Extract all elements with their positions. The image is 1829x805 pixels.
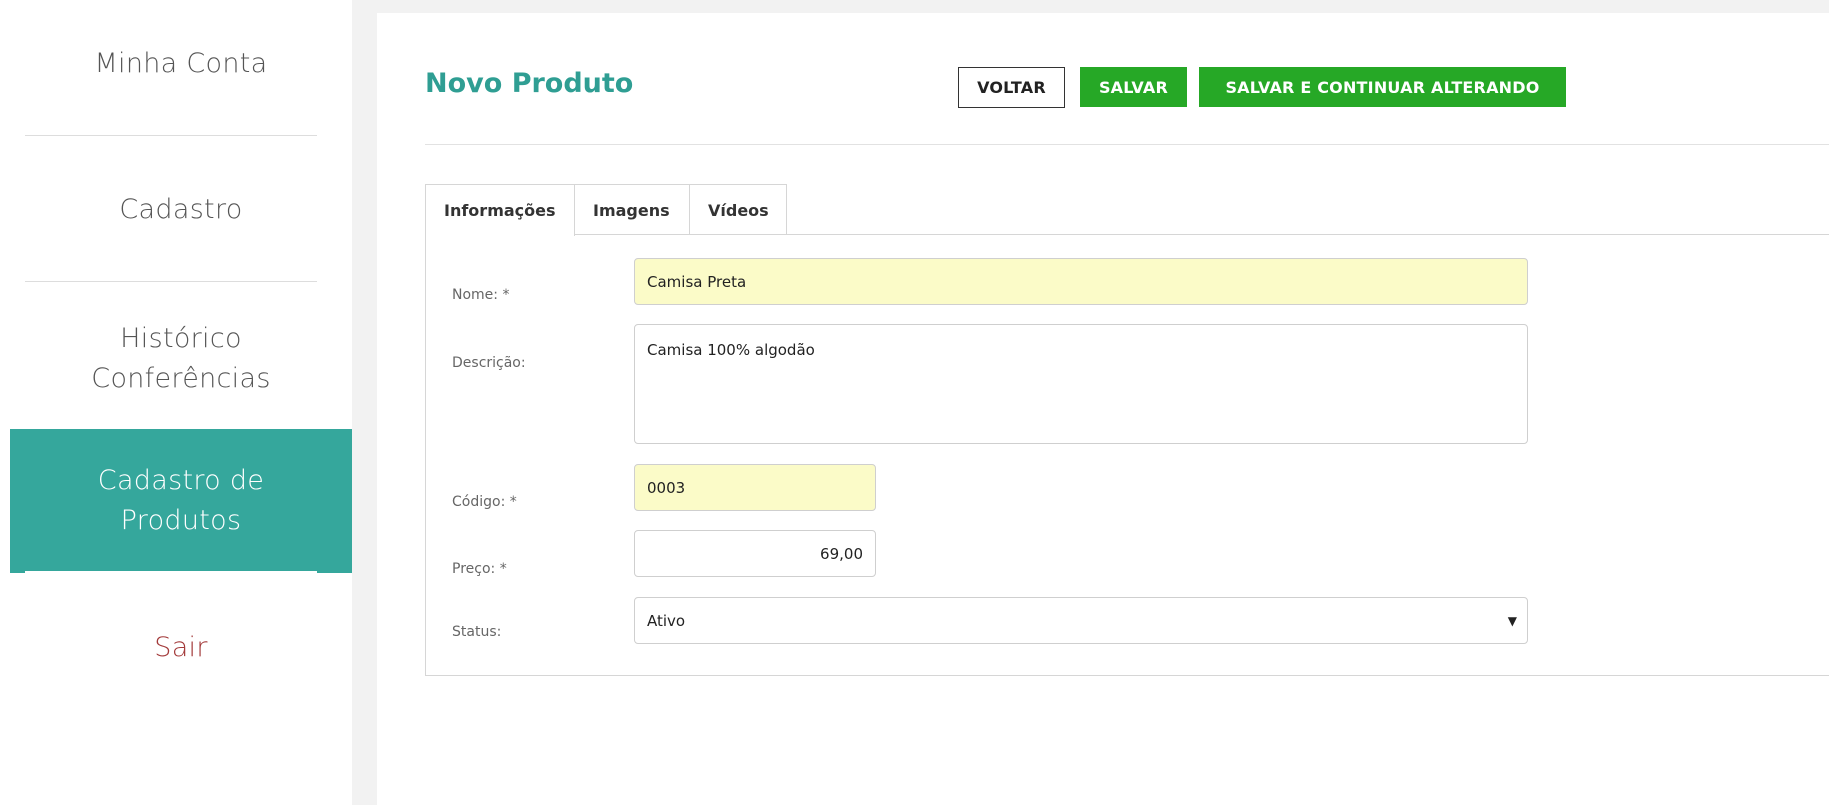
- sidebar-item-label: Minha Conta: [94, 48, 268, 79]
- sidebar-divider: [25, 135, 317, 136]
- back-button[interactable]: VOLTAR: [958, 67, 1065, 108]
- save-button[interactable]: SALVAR: [1080, 67, 1187, 107]
- sidebar-item-label: Cadastro de Produtos: [97, 465, 265, 536]
- preco-input[interactable]: 69,00: [634, 530, 876, 577]
- page-title: Novo Produto: [425, 68, 634, 99]
- sidebar-item-cadastro[interactable]: Cadastro: [10, 186, 352, 234]
- codigo-input[interactable]: 0003: [634, 464, 876, 511]
- sidebar-item-minha-conta[interactable]: Minha Conta: [10, 40, 352, 88]
- main-content: Novo Produto VOLTAR SALVAR SALVAR E CONT…: [377, 13, 1829, 805]
- sidebar-item-label: Cadastro: [119, 194, 243, 225]
- status-selected-value: Ativo: [647, 611, 686, 630]
- descricao-label: Descrição:: [452, 355, 526, 371]
- sidebar: Minha Conta Cadastro Histórico Conferênc…: [0, 0, 352, 805]
- save-and-continue-button[interactable]: SALVAR E CONTINUAR ALTERANDO: [1199, 67, 1566, 107]
- caret-down-icon: ▼: [1507, 613, 1517, 628]
- sidebar-item-label: Histórico Conferências: [91, 323, 271, 394]
- preco-label: Preço: *: [452, 561, 507, 577]
- status-label: Status:: [452, 624, 502, 640]
- codigo-label: Código: *: [452, 494, 517, 510]
- sidebar-item-sair[interactable]: Sair: [10, 624, 352, 672]
- status-select[interactable]: Ativo ▼: [634, 597, 1528, 644]
- tab-bar: Informações Imagens Vídeos: [425, 184, 787, 236]
- header-divider: [425, 144, 1829, 145]
- sidebar-item-historico-conferencias[interactable]: Histórico Conferências: [10, 318, 352, 400]
- tab-videos[interactable]: Vídeos: [690, 184, 787, 235]
- sidebar-divider: [25, 281, 317, 282]
- tab-imagens[interactable]: Imagens: [575, 184, 690, 235]
- sidebar-item-cadastro-de-produtos[interactable]: Cadastro de Produtos: [10, 429, 352, 573]
- nome-input[interactable]: Camisa Preta: [634, 258, 1528, 305]
- sidebar-divider: [25, 571, 317, 573]
- sidebar-item-label: Sair: [154, 632, 208, 663]
- nome-label: Nome: *: [452, 287, 510, 303]
- tab-informacoes[interactable]: Informações: [425, 184, 575, 236]
- descricao-textarea[interactable]: Camisa 100% algodão: [634, 324, 1528, 444]
- tab-panel-informacoes: Nome: * Camisa Preta Descrição: Camisa 1…: [425, 234, 1829, 676]
